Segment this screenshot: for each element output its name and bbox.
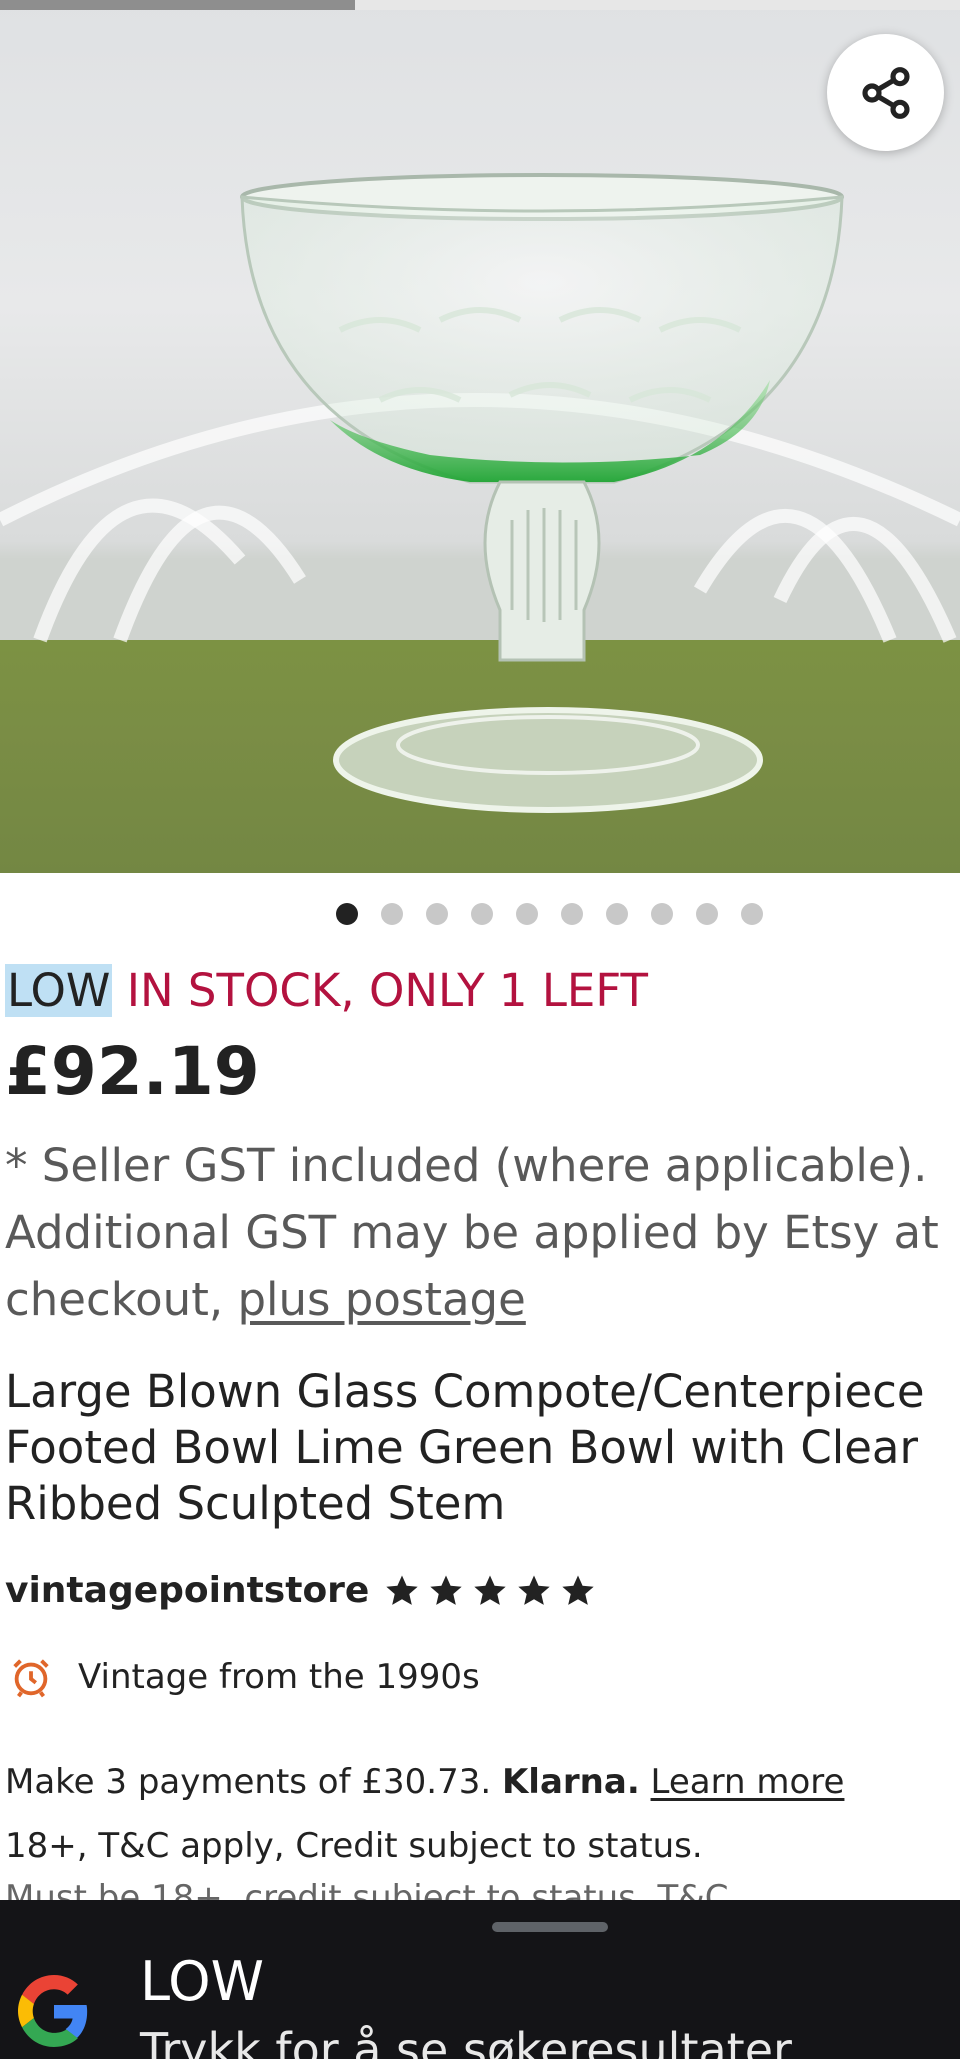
star-icon [383, 1572, 421, 1610]
image-progress-fill [0, 0, 356, 10]
vintage-info: Vintage from the 1990s [8, 1654, 480, 1700]
product-photo [0, 173, 960, 813]
carousel-dots [336, 903, 763, 925]
product-title: Large Blown Glass Compote/Centerpiece Fo… [5, 1365, 925, 1530]
stock-highlight-text[interactable]: LOW [5, 964, 113, 1017]
stock-status: LOW IN STOCK, ONLY 1 LEFT [5, 960, 648, 1022]
google-logo-icon [18, 1975, 88, 2047]
carousel-dot[interactable] [741, 903, 763, 925]
share-button[interactable] [827, 34, 944, 151]
klarna-payment-text: Make 3 payments of £30.73. [5, 1762, 502, 1802]
plus-postage-link[interactable]: plus postage [237, 1273, 525, 1326]
star-icon [471, 1572, 509, 1610]
share-icon [861, 66, 910, 119]
star-icon [559, 1572, 597, 1610]
klarna-logo: Klarna. [501, 1762, 640, 1802]
carousel-dot[interactable] [651, 903, 673, 925]
price: £92.19 [5, 1033, 260, 1110]
tax-note: * Seller GST included (where applicable)… [5, 1132, 960, 1333]
shop-row: vintagepointstore [5, 1570, 597, 1611]
search-results-prompt[interactable]: Trykk for å se søkeresultater [140, 2022, 792, 2059]
carousel-dot[interactable] [471, 903, 493, 925]
product-image-carousel[interactable] [0, 0, 960, 873]
stock-status-text: IN STOCK, ONLY 1 LEFT [112, 964, 648, 1017]
klarna-terms: 18+, T&C apply, Credit subject to status… [5, 1826, 703, 1866]
carousel-dot[interactable] [561, 903, 583, 925]
klarna-learn-more-link[interactable]: Learn more [651, 1762, 845, 1802]
star-icon [515, 1572, 553, 1610]
klarna-payment-info: Make 3 payments of £30.73. Klarna. Learn… [5, 1762, 844, 1802]
search-query-text: LOW [140, 1950, 265, 2013]
vintage-text: Vintage from the 1990s [78, 1657, 480, 1697]
carousel-dot[interactable] [606, 903, 628, 925]
shop-rating[interactable] [383, 1572, 597, 1610]
carousel-dot[interactable] [336, 903, 358, 925]
star-icon [427, 1572, 465, 1610]
google-search-sheet[interactable]: LOW Trykk for å se søkeresultater [0, 1900, 960, 2059]
alarm-clock-icon [8, 1654, 54, 1700]
sheet-drag-handle[interactable] [492, 1922, 608, 1932]
image-progress-track [0, 0, 960, 10]
carousel-dot[interactable] [516, 903, 538, 925]
shop-name-link[interactable]: vintagepointstore [5, 1570, 369, 1611]
carousel-dot[interactable] [381, 903, 403, 925]
carousel-dot[interactable] [426, 903, 448, 925]
carousel-dot[interactable] [696, 903, 718, 925]
